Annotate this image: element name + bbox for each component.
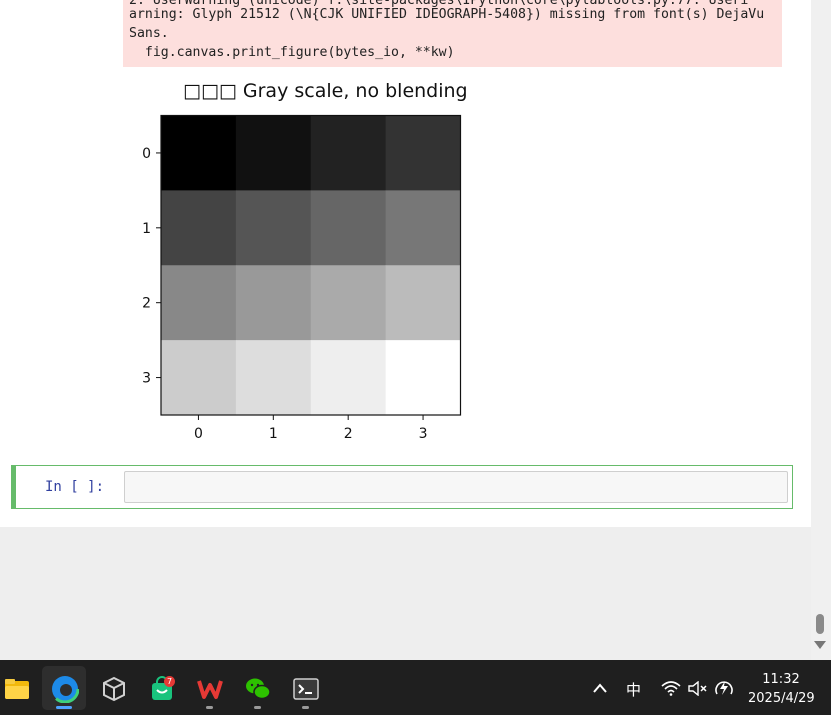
active-indicator <box>56 706 72 709</box>
running-indicator <box>254 706 261 709</box>
heatmap-cell <box>310 265 387 341</box>
y-tick-label: 3 <box>142 371 151 387</box>
edge-browser-icon[interactable] <box>51 675 79 703</box>
heatmap-cell <box>161 115 237 191</box>
heatmap-cell <box>235 190 312 266</box>
terminal-icon[interactable] <box>293 676 319 702</box>
clock-time: 11:32 <box>762 672 800 687</box>
chevron-up-icon[interactable] <box>593 683 607 693</box>
file-explorer-icon[interactable] <box>4 676 30 702</box>
x-axis-ticks: 0 1 2 3 <box>194 415 428 442</box>
wechat-icon[interactable] <box>245 676 271 702</box>
cell-active-indicator <box>12 466 16 508</box>
heatmap-cell <box>161 265 237 341</box>
heatmap-cells <box>161 115 461 416</box>
vertical-scrollbar[interactable] <box>811 0 831 660</box>
ime-indicator[interactable]: 中 <box>626 679 641 700</box>
y-tick-label: 1 <box>142 221 151 237</box>
unity-hub-icon[interactable] <box>101 676 127 702</box>
speaker-muted-icon[interactable] <box>688 681 708 696</box>
heatmap-cell <box>385 340 461 416</box>
heatmap-cell <box>310 190 387 266</box>
heatmap-cell <box>161 190 237 266</box>
wps-office-icon[interactable] <box>197 676 223 702</box>
system-clock[interactable]: 11:32 2025/4/29 <box>748 670 815 708</box>
heatmap-cell <box>385 115 461 191</box>
scrollbar-thumb[interactable] <box>816 614 824 634</box>
y-tick-label: 2 <box>142 296 151 312</box>
heatmap-cell <box>385 190 461 266</box>
y-axis-ticks: 0 1 2 3 <box>142 146 161 387</box>
x-tick-label: 2 <box>344 426 353 442</box>
heatmap-cell <box>235 265 312 341</box>
x-tick-label: 1 <box>269 426 278 442</box>
heatmap-plot: 0 1 2 3 0 1 2 3 <box>142 114 462 442</box>
running-indicator <box>206 706 213 709</box>
scroll-down-arrow-icon[interactable] <box>814 641 826 649</box>
x-tick-label: 3 <box>419 426 428 442</box>
code-input[interactable] <box>124 471 788 503</box>
heatmap-cell <box>385 265 461 341</box>
cell-prompt: In [ ]: <box>45 479 105 495</box>
wifi-icon[interactable] <box>661 680 681 696</box>
heatmap-cell <box>235 115 312 191</box>
heatmap-cell <box>310 340 387 416</box>
clock-date: 2025/4/29 <box>748 691 815 706</box>
heatmap-cell <box>235 340 312 416</box>
notification-badge: 7 <box>164 676 175 687</box>
heatmap-cell <box>310 115 387 191</box>
y-tick-label: 0 <box>142 146 151 162</box>
code-cell[interactable]: In [ ]: <box>11 465 793 509</box>
running-indicator <box>302 706 309 709</box>
battery-charging-icon[interactable] <box>713 678 735 698</box>
heatmap-cell <box>161 340 237 416</box>
x-tick-label: 0 <box>194 426 203 442</box>
